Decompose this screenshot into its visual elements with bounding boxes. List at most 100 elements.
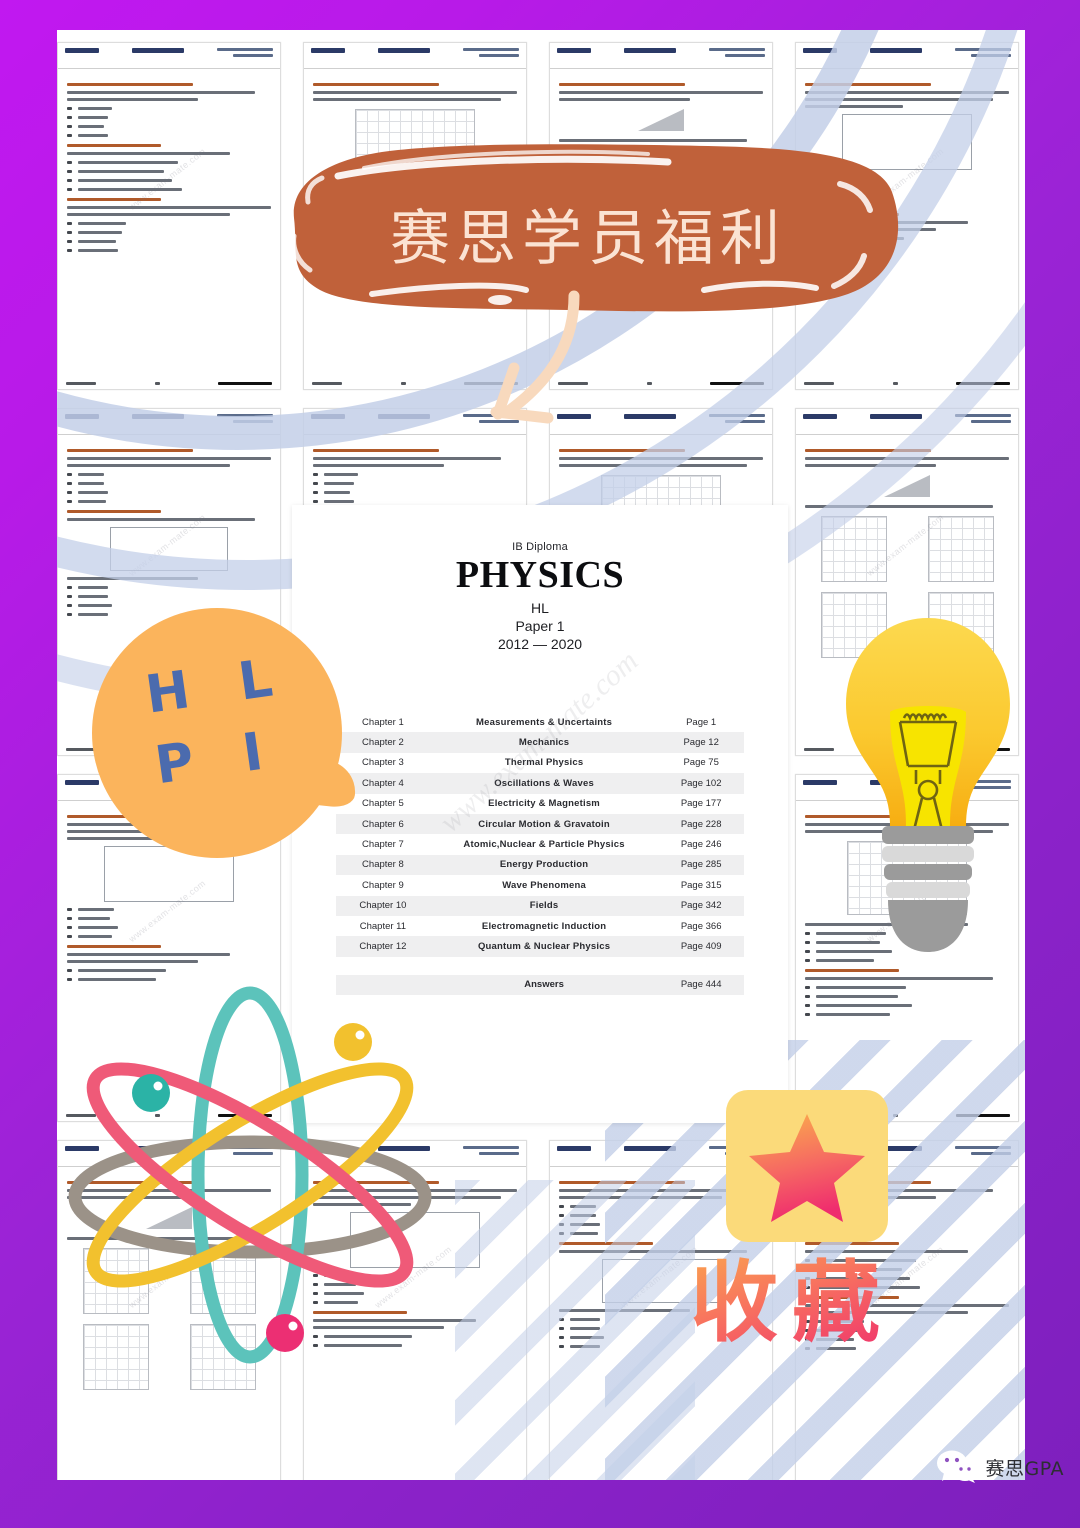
thumbnail-body [58,435,280,629]
thumbnail-header [304,43,526,69]
table-row: Chapter 7 Atomic,Nuclear & Particle Physi… [336,834,744,854]
thumbnail-footer [796,378,1018,389]
thumbnail-body [58,69,280,265]
header-center-mark [624,1146,676,1151]
table-row: Chapter 2 Mechanics Page 12 [336,732,744,753]
chapter-cell: Chapter 12 [336,936,430,957]
header-left-mark [803,414,837,419]
chapter-cell: Chapter 8 [336,854,430,876]
page-title: PHYSICS [455,554,625,596]
table-row: Chapter 5 Electricity & Magnetism Page 177 [336,794,744,814]
wechat-icon [936,1450,977,1483]
page-cell: Page 246 [680,839,722,851]
page-cell: Page 228 [658,813,744,835]
page-cell: Page 1 [686,716,717,728]
topic-cell: Oscillations & Waves [429,773,659,794]
table-row: Chapter 11 Electromagnetic Induction Page … [336,916,744,936]
header-left-mark [311,48,345,53]
favorite-label: 收藏 [690,1232,894,1359]
exam-page-thumbnail[interactable]: www.exam-mate.com [57,42,281,390]
header-left-mark [803,48,837,53]
topic-cell: Energy Production [429,854,659,876]
chapter-cell: Chapter 9 [362,879,404,891]
thumbnail-header [58,43,280,69]
wechat-account-badge[interactable]: 赛思GPA [936,1450,1064,1484]
answers-label-cell: Answers [429,974,659,996]
topic-cell: Mechanics [429,732,659,753]
chapter-cell: Chapter 11 [359,920,407,932]
hl-paper1-badge: H L P I [92,608,359,858]
page-cell: Page 315 [680,879,722,891]
header-right-mark [955,48,1011,57]
toc-paper: Paper 1 [515,618,565,634]
header-center-mark [870,48,922,53]
speech-bubble-icon: H L P I [92,608,359,858]
header-center-mark [870,414,922,419]
page-cell: Page 366 [680,920,722,932]
topic-cell: Fields [429,895,659,916]
toc-subtitle: IB Diploma [512,541,568,553]
header-right-mark [955,1146,1011,1155]
topic-cell: Thermal Physics [504,757,584,769]
atom-icon [68,986,432,1364]
chapter-cell: Chapter 2 [336,732,430,753]
poster-root: www.exam-mate.com www.exam-mate.com www.ex… [0,0,1080,1528]
thumbnail-footer [304,1476,526,1480]
header-right-mark [709,48,765,57]
header-right-mark [463,48,519,57]
thumbnail-header [58,409,280,435]
header-center-mark [132,414,184,419]
chapter-cell: Chapter 7 [362,839,404,851]
table-row: Chapter 3 Thermal Physics Page 75 [336,753,744,773]
header-left-mark [557,48,591,53]
header-right-mark [217,48,273,57]
thumbnail-header [796,409,1018,435]
header-right-mark [955,414,1011,423]
page-cell: Page 177 [680,798,722,810]
header-left-mark [311,414,345,419]
electron-pink [266,1314,304,1352]
table-row: Chapter 6 Circular Motion & Gravatoin Page… [336,813,744,835]
contents-table: Chapter 1 Measurements & Uncertaints Page … [336,712,744,957]
table-row: Chapter 8 Energy Production Page 285 [336,854,744,876]
header-right-mark [709,414,765,423]
header-right-mark [463,1146,519,1155]
thumbnail-footer [58,378,280,389]
chapter-cell: Chapter 3 [362,757,404,769]
table-row: Chapter 1 Measurements & Uncertaints Page … [336,712,744,732]
header-center-mark [624,414,676,419]
wechat-label: 赛思GPA [985,1457,1064,1480]
topic-cell: Wave Phenomena [502,879,586,891]
answers-page-cell: Page 444 [658,974,744,996]
topic-cell: Electricity & Magnetism [488,798,600,810]
banner-label: 赛思学员福利 [390,204,786,274]
page-cell: Page 102 [658,773,744,794]
header-left-mark [557,1146,591,1151]
header-center-mark [132,48,184,53]
star-icon [749,1114,865,1222]
electron-teal [132,1074,170,1112]
table-row: Chapter 10 Fields Page 342 [336,895,744,916]
favorite-star-card [726,1090,888,1242]
table-row: Chapter 12 Quantum & Nuclear Physics Page … [336,936,744,957]
topic-cell: Electromagnetic Induction [481,920,607,932]
topic-cell: Circular Motion & Gravatoin [429,813,659,835]
chapter-cell: Chapter 1 [362,716,404,728]
chapter-cell: Chapter 6 [336,813,430,835]
page-cell: Page 12 [658,732,744,753]
thumbnail-header [796,43,1018,69]
header-center-mark [378,414,430,419]
thumbnail-header [550,43,772,69]
curved-arrow-down-left-icon [490,290,580,424]
topic-cell: Atomic,Nuclear & Particle Physics [463,839,625,851]
toc-level: HL [531,600,549,616]
header-center-mark [624,48,676,53]
page-cell: Page 75 [683,757,719,769]
table-row: Chapter 9 Wave Phenomena Page 315 [336,875,744,895]
header-left-mark [803,780,837,785]
header-left-mark [65,48,99,53]
table-row: Chapter 4 Oscillations & Waves Page 102 [336,773,744,794]
page-cell: Page 409 [658,936,744,957]
page-cell: Page 285 [658,854,744,876]
header-left-mark [65,414,99,419]
